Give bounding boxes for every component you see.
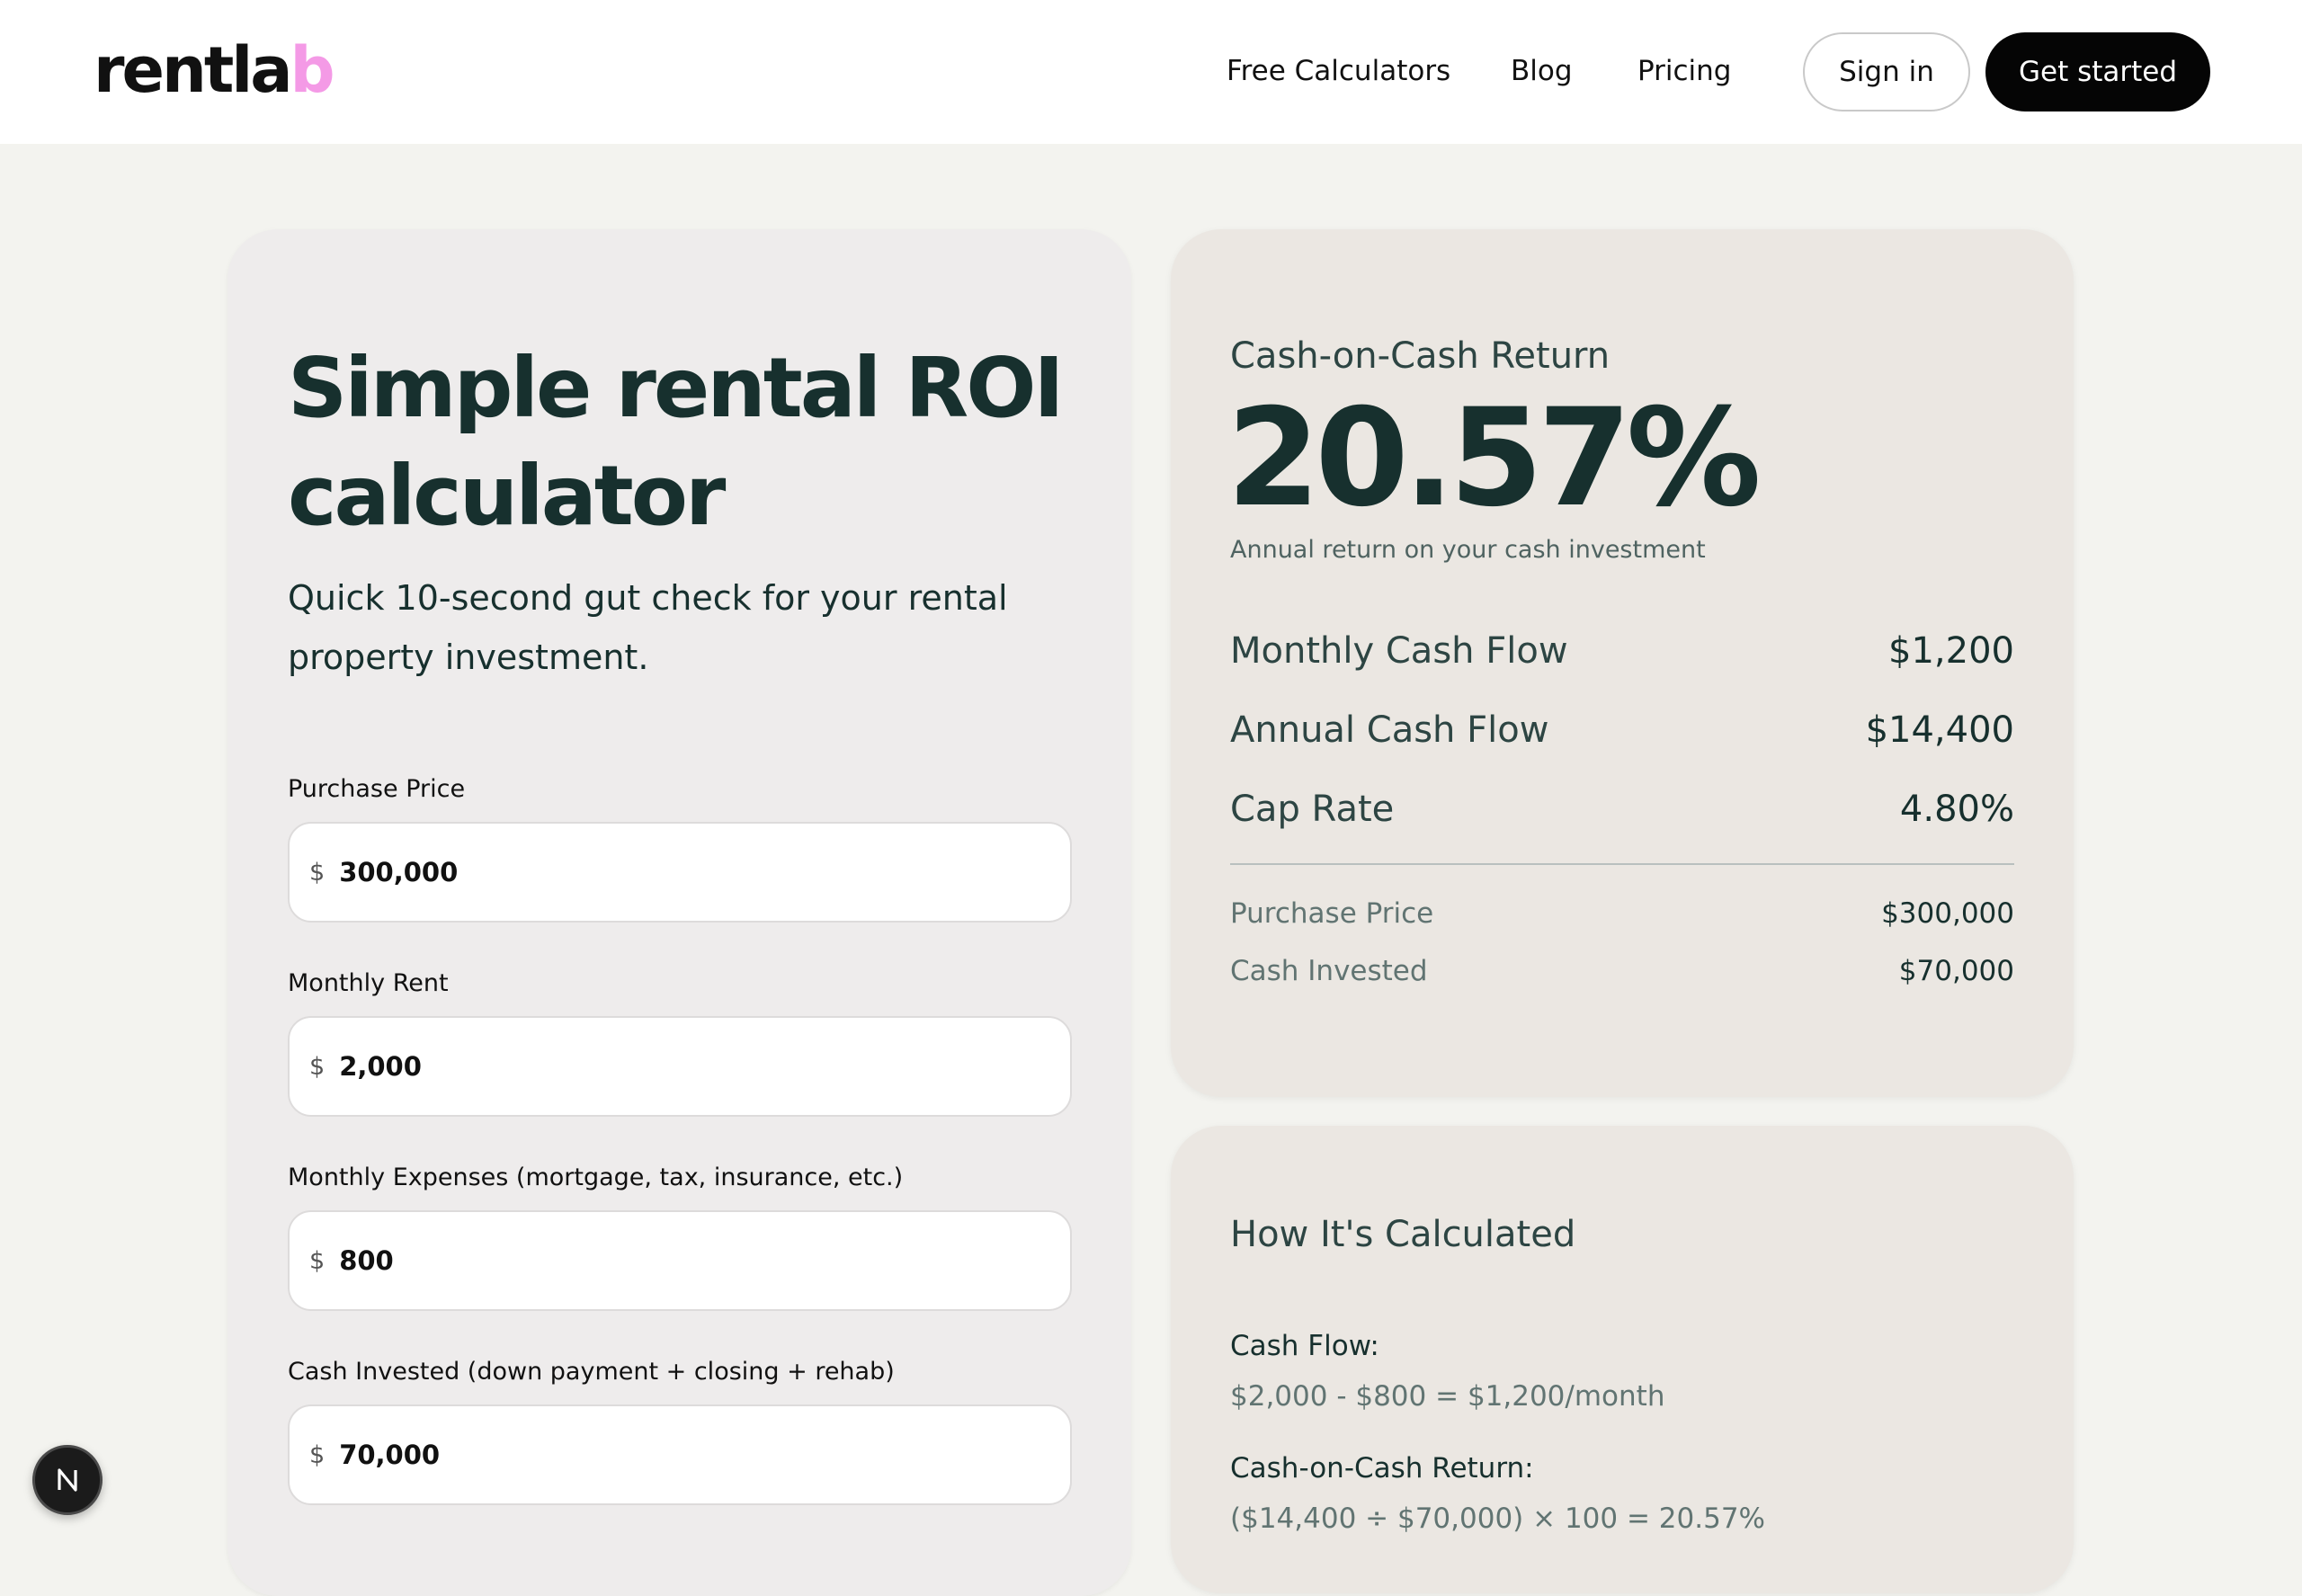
cash-invested-input[interactable]: $ 70,000 [288, 1404, 1072, 1505]
monthly-rent-value[interactable]: 2,000 [339, 1051, 422, 1082]
detail-row-purchase-price: Purchase Price $300,000 [1230, 894, 2014, 933]
top-navigation-bar: rentlab Free Calculators Blog Pricing Si… [0, 0, 2302, 144]
cash-invested-label: Cash Invested (down payment + closing + … [288, 1358, 895, 1386]
currency-symbol: $ [309, 1440, 326, 1469]
cash-on-cash-value: 20.57% [1227, 380, 1762, 537]
nav-blog[interactable]: Blog [1511, 50, 1573, 92]
how-calculated-title: How It's Calculated [1230, 1214, 1576, 1255]
purchase-price-label: Purchase Price [288, 775, 466, 803]
detail-label: Purchase Price [1230, 897, 1434, 930]
monthly-expenses-label: Monthly Expenses (mortgage, tax, insuran… [288, 1164, 904, 1191]
results-divider [1230, 863, 2014, 865]
page-title: Simple rental ROI calculator [288, 340, 1065, 544]
monthly-rent-label: Monthly Rent [288, 969, 449, 997]
currency-symbol: $ [309, 858, 326, 887]
rentlab-logo[interactable]: rentlab [94, 33, 335, 107]
logo-text: rentla [94, 33, 293, 107]
logo-accent-letter: b [290, 33, 335, 107]
purchase-price-value[interactable]: 300,000 [339, 857, 458, 887]
monthly-expenses-value[interactable]: 800 [339, 1245, 394, 1276]
sign-in-button[interactable]: Sign in [1803, 32, 1970, 111]
get-started-button[interactable]: Get started [1985, 32, 2210, 111]
page-subtitle: Quick 10-second gut check for your renta… [288, 578, 1008, 677]
metric-label: Annual Cash Flow [1230, 709, 1549, 751]
monthly-expenses-input[interactable]: $ 800 [288, 1210, 1072, 1311]
cash-flow-formula-label: Cash Flow: [1230, 1330, 1379, 1362]
detail-row-cash-invested: Cash Invested $70,000 [1230, 951, 2014, 991]
metric-value: $14,400 [1865, 709, 2014, 751]
monthly-rent-input[interactable]: $ 2,000 [288, 1016, 1072, 1117]
detail-label: Cash Invested [1230, 955, 1428, 987]
metric-label: Cap Rate [1230, 789, 1395, 830]
metric-row-annual-cash-flow: Annual Cash Flow $14,400 [1230, 705, 2014, 755]
currency-symbol: $ [309, 1246, 326, 1275]
nav-free-calculators[interactable]: Free Calculators [1227, 50, 1450, 92]
purchase-price-input[interactable]: $ 300,000 [288, 822, 1072, 923]
nextjs-devtools-badge[interactable] [32, 1445, 103, 1515]
cash-invested-value[interactable]: 70,000 [339, 1440, 440, 1470]
detail-value: $300,000 [1881, 897, 2014, 930]
n-logo-icon [58, 1468, 77, 1492]
metric-label: Monthly Cash Flow [1230, 630, 1568, 672]
cash-flow-formula: $2,000 - $800 = $1,200/month [1230, 1380, 1665, 1413]
metric-value: $1,200 [1888, 630, 2014, 672]
metric-value: 4.80% [1899, 789, 2014, 830]
coc-formula: ($14,400 ÷ $70,000) × 100 = 20.57% [1230, 1502, 1765, 1535]
currency-symbol: $ [309, 1052, 326, 1081]
cash-on-cash-caption: Annual return on your cash investment [1230, 536, 1706, 564]
nav-pricing[interactable]: Pricing [1637, 50, 1732, 92]
coc-formula-label: Cash-on-Cash Return: [1230, 1452, 1534, 1485]
cash-on-cash-title: Cash-on-Cash Return [1230, 335, 1611, 377]
detail-value: $70,000 [1898, 955, 2014, 987]
metric-row-cap-rate: Cap Rate 4.80% [1230, 784, 2014, 834]
metric-row-monthly-cash-flow: Monthly Cash Flow $1,200 [1230, 626, 2014, 676]
